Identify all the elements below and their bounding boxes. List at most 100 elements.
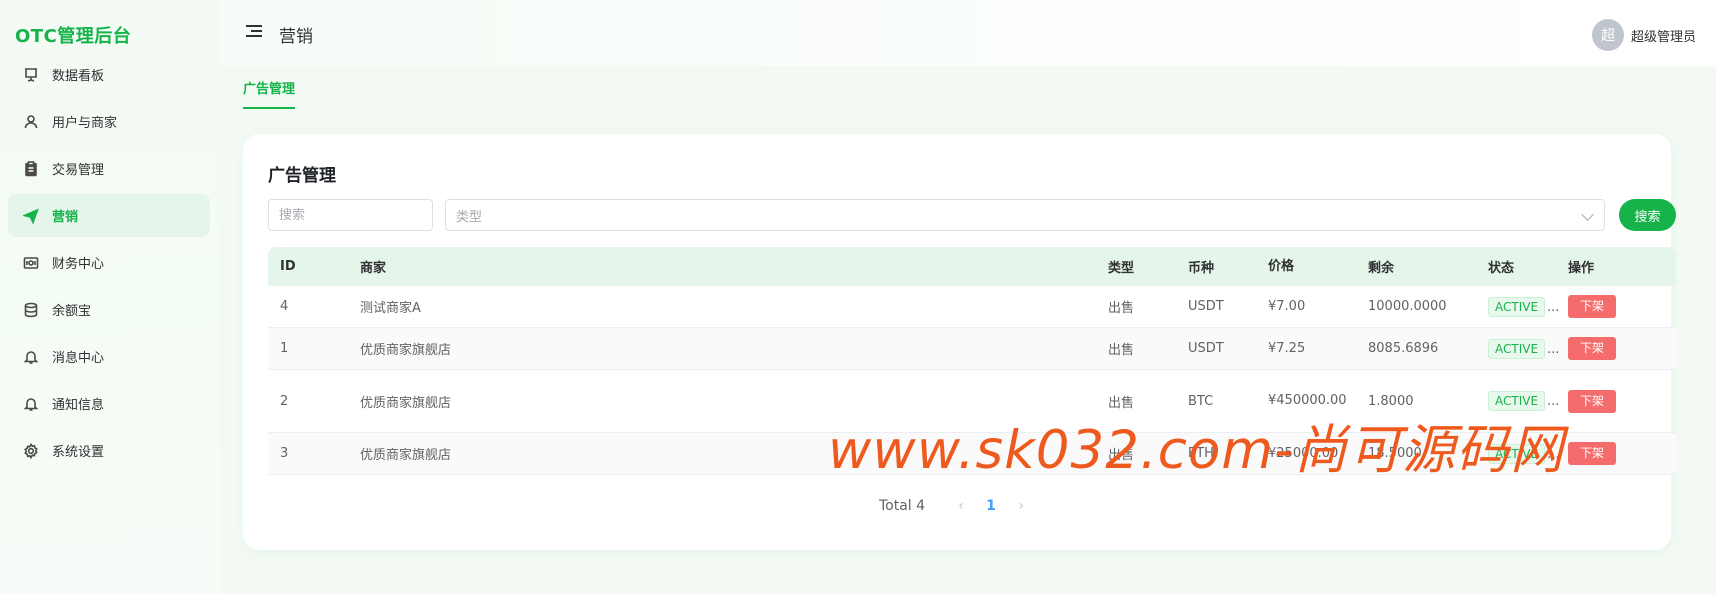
cell-price: ¥7.25	[1268, 340, 1306, 356]
cell-type: 出售	[1108, 343, 1135, 358]
clipboard-icon	[22, 160, 40, 178]
column-header[interactable]: 类型	[1096, 257, 1176, 276]
user-menu[interactable]: 超 超级管理员	[1591, 19, 1696, 51]
content-card: 广告管理 类型 搜索 ID 商家 类型 币种 价格 剩余 状态 操作 4 测试商…	[243, 134, 1676, 550]
column-header[interactable]: 币种	[1176, 257, 1256, 276]
sidebar-item-label: 数据看板	[52, 69, 105, 84]
sidebar-item-finance[interactable]: 财务中心	[8, 241, 210, 284]
cell-status: ACTIVE...	[1476, 443, 1559, 464]
next-page-icon[interactable]: ›	[1007, 498, 1035, 514]
chevron-down-icon	[1581, 208, 1594, 221]
cell-merchant: 测试商家A	[360, 301, 421, 316]
cell-price: ¥7.00	[1268, 298, 1306, 314]
sidebar-item-dashboard[interactable]: 数据看板	[8, 53, 210, 96]
tab-bar: 广告管理	[220, 66, 1716, 112]
sidebar-item-marketing[interactable]: 营销	[8, 194, 210, 237]
cell-price: ¥450000.00	[1268, 393, 1347, 408]
cell-id: 4	[280, 299, 289, 314]
cell-type: 出售	[1108, 395, 1135, 411]
type-select-placeholder: 类型	[456, 209, 483, 225]
sidebar-item-label: 通知信息	[52, 398, 105, 413]
delist-button[interactable]: 下架	[1568, 389, 1616, 413]
cell-remain: 10000.0000	[1368, 299, 1447, 314]
bell-icon	[22, 395, 40, 413]
cell-coin: USDT	[1188, 299, 1224, 314]
wallet-icon	[22, 254, 40, 272]
column-header[interactable]: 操作	[1556, 257, 1656, 276]
table-row[interactable]: 2 优质商家旗舰店 出售 BTC ¥450000.00 1.8000 ACTIV…	[268, 370, 1676, 433]
top-header: 营销 超 超级管理员	[220, 0, 1716, 66]
delist-button[interactable]: 下架	[1568, 295, 1616, 318]
sidebar-item-label: 用户与商家	[52, 116, 118, 131]
type-select[interactable]: 类型	[445, 199, 1605, 231]
database-icon	[22, 301, 40, 319]
sidebar: OTC管理后台 数据看板 用户与商家 交易管理 营销 财务中心 余额宝 消息中心…	[0, 0, 220, 594]
sidebar-item-messages[interactable]: 消息中心	[8, 335, 210, 378]
column-header[interactable]: 状态	[1476, 257, 1556, 276]
status-badge: ACTIVE	[1488, 338, 1546, 359]
sidebar-item-notifications[interactable]: 通知信息	[8, 382, 210, 425]
gear-icon	[22, 442, 40, 460]
sidebar-item-label: 余额宝	[52, 304, 92, 319]
sidebar-item-label: 营销	[52, 210, 79, 225]
sidebar-item-label: 交易管理	[52, 163, 105, 178]
column-header[interactable]: 商家	[348, 257, 1096, 276]
sidebar-item-label: 财务中心	[52, 257, 105, 272]
card-title: 广告管理	[268, 166, 336, 186]
search-button[interactable]: 搜索	[1619, 199, 1676, 231]
page-title: 营销	[279, 27, 313, 47]
pagination-total: Total 4	[878, 498, 926, 514]
cell-remain: 8085.6896	[1368, 341, 1439, 356]
cell-status: ACTIVE...	[1476, 296, 1559, 317]
user-name: 超级管理员	[1630, 29, 1696, 45]
cell-status: ACTIVE...	[1476, 338, 1559, 359]
column-header[interactable]: ID	[268, 259, 348, 274]
table-header: ID 商家 类型 币种 价格 剩余 状态 操作	[268, 247, 1676, 286]
delist-button[interactable]: 下架	[1568, 442, 1616, 465]
table-row[interactable]: 4 测试商家A 出售 USDT ¥7.00 10000.0000 ACTIVE.…	[268, 286, 1676, 328]
dashboard-icon	[22, 66, 40, 84]
cell-id: 3	[280, 446, 289, 461]
sidebar-item-trades[interactable]: 交易管理	[8, 147, 210, 190]
send-icon	[22, 207, 40, 225]
cell-coin: BTC	[1188, 393, 1214, 409]
sidebar-item-label: 系统设置	[52, 445, 105, 460]
cell-ops: 下架	[1556, 295, 1656, 318]
search-input[interactable]	[268, 199, 433, 231]
column-header[interactable]: 价格	[1256, 257, 1356, 277]
column-header[interactable]: 剩余	[1356, 257, 1476, 276]
status-badge: ACTIVE	[1488, 443, 1546, 464]
cell-ops: 下架	[1556, 442, 1656, 465]
cell-remain: 1.8000	[1368, 393, 1414, 409]
cell-merchant: 优质商家旗舰店	[360, 343, 452, 358]
sidebar-menu: 数据看板 用户与商家 交易管理 营销 财务中心 余额宝 消息中心 通知信息 系统…	[8, 53, 210, 476]
user-icon	[22, 113, 40, 131]
cell-id: 1	[280, 341, 289, 356]
sidebar-item-users[interactable]: 用户与商家	[8, 100, 210, 143]
cell-merchant: 优质商家旗舰店	[360, 395, 452, 411]
ads-table: ID 商家 类型 币种 价格 剩余 状态 操作 4 测试商家A 出售 USDT …	[268, 247, 1676, 475]
cell-id: 2	[280, 393, 289, 409]
avatar: 超	[1591, 19, 1624, 51]
sidebar-item-yuebao[interactable]: 余额宝	[8, 288, 210, 331]
cell-ops: 下架	[1556, 337, 1656, 360]
cell-price: ¥25000.00	[1268, 445, 1339, 461]
cell-status: ACTIVE...	[1476, 391, 1559, 411]
cell-ops: 下架	[1556, 389, 1656, 413]
cell-remain: 18.5000	[1368, 446, 1422, 461]
cell-merchant: 优质商家旗舰店	[360, 448, 452, 463]
sidebar-item-settings[interactable]: 系统设置	[8, 429, 210, 472]
menu-toggle-icon[interactable]	[246, 25, 262, 41]
tab-ad-management[interactable]: 广告管理	[243, 78, 296, 109]
page-number[interactable]: 1	[975, 498, 1007, 514]
pagination: Total 4 ‹ 1 ›	[243, 498, 1671, 514]
sidebar-item-label: 消息中心	[52, 351, 105, 366]
cell-coin: ETH	[1188, 446, 1214, 461]
prev-page-icon[interactable]: ‹	[947, 498, 975, 514]
delist-button[interactable]: 下架	[1568, 337, 1616, 360]
table-row[interactable]: 3 优质商家旗舰店 出售 ETH ¥25000.00 18.5000 ACTIV…	[268, 433, 1676, 475]
bell-icon	[22, 348, 40, 366]
table-row[interactable]: 1 优质商家旗舰店 出售 USDT ¥7.25 8085.6896 ACTIVE…	[268, 328, 1676, 370]
status-badge: ACTIVE	[1488, 296, 1546, 317]
app-logo: OTC管理后台	[15, 26, 132, 47]
